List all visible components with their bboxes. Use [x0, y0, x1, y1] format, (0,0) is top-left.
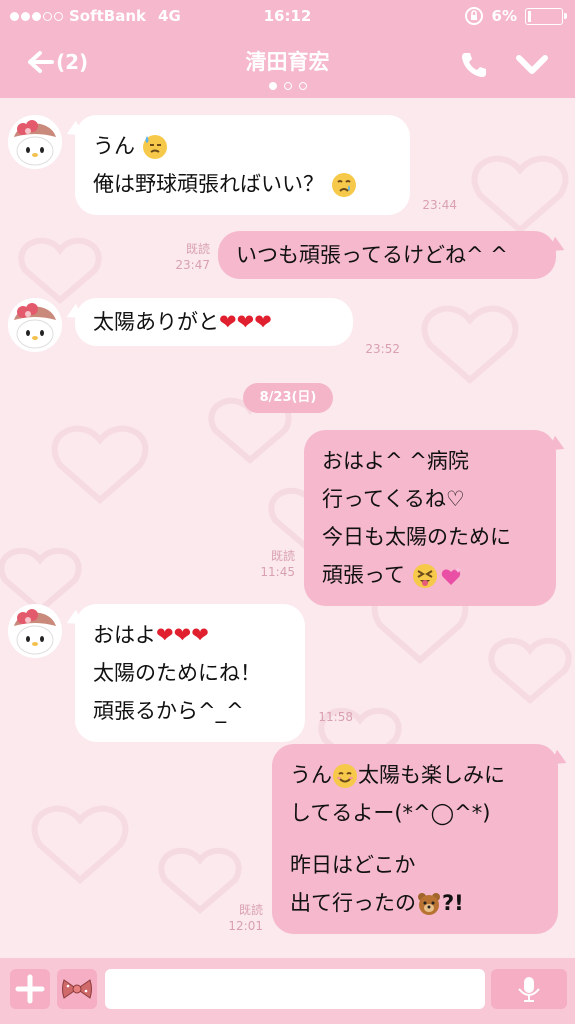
phone-icon — [462, 53, 486, 77]
message-bubble-outgoing[interactable]: おはよ^ ^病院 行ってくるね♡ 今日も太陽のために 頑張って — [304, 430, 556, 606]
message-time: 11:58 — [318, 710, 353, 724]
chevron-down-icon — [516, 55, 548, 74]
message-line: うん 太陽も楽しみに — [290, 763, 505, 788]
message-line: 行ってくるね♡ — [322, 487, 465, 511]
message-time: 23:44 — [422, 198, 457, 212]
message-line: 昨日はどこか — [290, 853, 416, 877]
date-separator: 8/23(日) — [243, 383, 333, 413]
message-line: 俺は野球頑張ればいい？ — [93, 165, 392, 203]
avatar[interactable] — [8, 604, 62, 658]
plus-icon — [15, 974, 45, 1004]
message-line: 頑張って — [322, 556, 538, 594]
sweat-face-icon — [142, 135, 167, 159]
rotation-lock-icon — [464, 7, 483, 25]
voice-message-button[interactable] — [491, 969, 567, 1009]
heart-icon: ❤❤❤ — [219, 310, 272, 334]
status-bar: SoftBank 4G 16:12 6% — [0, 0, 575, 32]
message-list[interactable]: うん 俺は野球頑張ればいい？ 23:44 既読 23:47 いつも頑張ってるけどね… — [0, 98, 575, 958]
message-line: 今日も太陽のために — [322, 525, 511, 549]
message-bubble-incoming[interactable]: 太陽ありがと❤❤❤ — [75, 298, 353, 346]
add-attachment-button[interactable] — [10, 969, 50, 1009]
message-bubble-incoming[interactable]: うん 俺は野球頑張ればいい？ — [75, 115, 410, 215]
sparkling-heart-icon — [441, 567, 461, 585]
message-line: 出て行ったの?! — [290, 891, 464, 915]
battery-percent: 6% — [491, 7, 517, 25]
message-bubble-outgoing[interactable]: うん 太陽も楽しみに してるよー(*^◯^*) 昨日はどこか 出て行ったの?! — [272, 744, 558, 934]
chat-title: 清田育宏 — [245, 50, 330, 74]
message-bubble-incoming[interactable]: おはよ❤❤❤ 太陽のためにね！ 頑張るから^_^ — [75, 604, 305, 742]
message-input[interactable] — [105, 969, 485, 1009]
message-line: 太陽ありがと❤❤❤ — [93, 310, 272, 334]
message-line: してるよー(*^◯^*) — [290, 801, 491, 825]
message-line: おはよ^ ^病院 — [322, 449, 469, 473]
battery-icon — [525, 7, 567, 25]
avatar[interactable] — [8, 115, 62, 169]
message-line: 太陽のためにね！ — [93, 661, 261, 685]
message-line: うん — [93, 127, 392, 165]
chat-header: (2) 清田育宏 — [0, 32, 575, 98]
tongue-face-icon — [412, 564, 437, 588]
avatar[interactable] — [8, 298, 62, 352]
page-indicator — [0, 82, 575, 90]
message-line: 頑張るから^_^ — [93, 699, 244, 723]
message-line: いつも頑張ってるけどね^ ^ — [236, 243, 508, 267]
message-input-bar — [0, 958, 575, 1024]
menu-toggle-button[interactable] — [515, 54, 549, 80]
ribbon-bow-icon — [62, 979, 92, 999]
message-time: 23:52 — [365, 342, 400, 356]
microphone-icon — [518, 977, 540, 1002]
read-receipt: 既読 11:45 — [260, 549, 295, 579]
heart-icon: ❤❤❤ — [156, 623, 209, 647]
smiling-face-icon — [333, 764, 357, 788]
message-bubble-outgoing[interactable]: いつも頑張ってるけどね^ ^ — [218, 231, 556, 279]
read-receipt: 既読 12:01 — [228, 903, 263, 933]
call-button[interactable] — [458, 50, 488, 84]
message-line: おはよ❤❤❤ — [93, 623, 209, 647]
bear-face-icon — [418, 893, 440, 915]
read-receipt: 既読 23:47 — [175, 242, 210, 272]
crying-face-icon — [331, 173, 356, 197]
sticker-button[interactable] — [57, 969, 97, 1009]
